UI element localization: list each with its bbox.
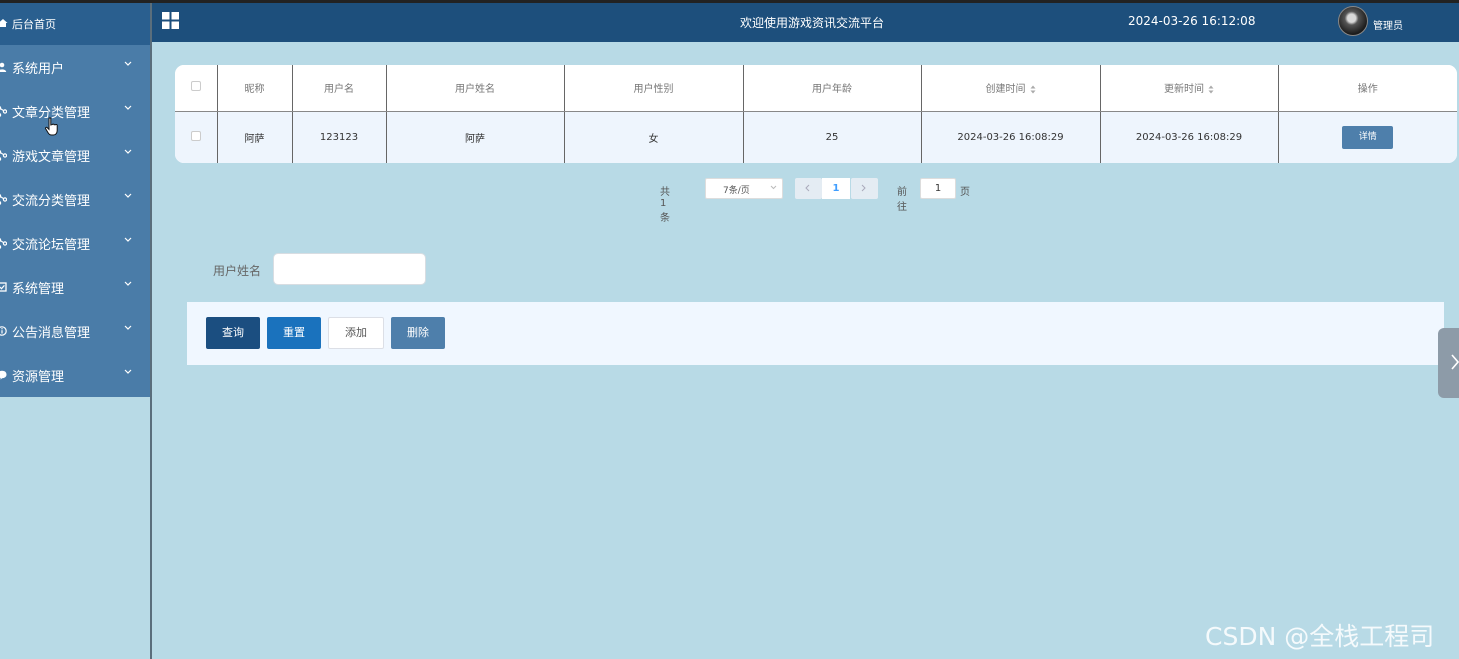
- chat-icon: [0, 370, 7, 380]
- column-header: 用户年龄: [742, 65, 921, 112]
- page-suffix: 页: [960, 187, 970, 198]
- select-all-checkbox[interactable]: [190, 81, 201, 92]
- current-page[interactable]: 1: [822, 178, 850, 199]
- search-label: 用户姓名: [213, 264, 262, 278]
- sidebar-item-label: 交流分类管理: [12, 193, 91, 209]
- column-header-label: 更新时间: [1164, 84, 1204, 96]
- table-row: 阿萨 123123 阿萨 女 25 2024-03-26 16:08:29 20…: [175, 111, 1457, 163]
- share-icon: [0, 237, 7, 249]
- chevron-right-icon: [861, 184, 866, 192]
- share-icon: [0, 149, 7, 161]
- info-icon: [0, 326, 7, 336]
- action-bar: 查询 重置 添加 删除: [187, 302, 1444, 365]
- data-table: 昵称 用户名 用户姓名 用户性别 用户年龄 创建时间 更新时间 操作 阿萨 12…: [175, 65, 1457, 163]
- delete-button[interactable]: 删除: [391, 317, 445, 349]
- sidebar-item-forum-category[interactable]: 交流分类管理: [0, 177, 150, 221]
- hand-cursor-icon: [45, 117, 58, 136]
- reset-button[interactable]: 重置: [267, 317, 321, 349]
- row-checkbox[interactable]: [190, 130, 201, 141]
- side-panel-toggle[interactable]: [1438, 328, 1459, 398]
- goto-label: 前往: [897, 187, 907, 213]
- column-header: 用户姓名: [385, 65, 564, 112]
- column-header: 用户性别: [563, 65, 743, 112]
- chevron-down-icon: [124, 61, 132, 66]
- prev-page-button[interactable]: [795, 178, 822, 199]
- sidebar-home[interactable]: 后台首页: [0, 3, 150, 45]
- cell-created: 2024-03-26 16:08:29: [920, 111, 1100, 163]
- goto-page-input[interactable]: 1: [920, 178, 956, 199]
- sidebar-item-resources[interactable]: 资源管理: [0, 353, 150, 397]
- sidebar-item-label: 游戏文章管理: [12, 149, 91, 165]
- checkbox-icon: [0, 282, 7, 292]
- sidebar-item-announcements[interactable]: 公告消息管理: [0, 309, 150, 353]
- pagination-total: 共 1 条: [660, 187, 670, 224]
- table-header-row: 昵称 用户名 用户姓名 用户性别 用户年龄 创建时间 更新时间 操作: [175, 65, 1457, 112]
- sidebar: 后台首页 系统用户 文章分类管理 游戏文章管理 交流分类管理 交流论坛管理 系统…: [0, 3, 152, 659]
- sidebar-item-system-management[interactable]: 系统管理: [0, 265, 150, 309]
- detail-button[interactable]: 详情: [1342, 125, 1394, 149]
- cell-updated: 2024-03-26 16:08:29: [1099, 111, 1278, 163]
- sidebar-item-label: 系统管理: [12, 281, 65, 297]
- chevron-down-icon: [124, 237, 132, 242]
- page-title: 欢迎使用游戏资讯交流平台: [740, 16, 885, 30]
- cell-age: 25: [742, 111, 921, 163]
- chevron-down-icon: [124, 105, 132, 110]
- sidebar-item-article-category[interactable]: 文章分类管理: [0, 89, 150, 133]
- watermark: CSDN @全栈工程司: [1205, 622, 1435, 651]
- chevron-down-icon: [124, 325, 132, 330]
- column-header-sortable[interactable]: 创建时间: [920, 65, 1100, 112]
- share-icon: [0, 193, 7, 205]
- chevron-left-icon: [805, 184, 810, 192]
- chevron-down-icon: [770, 185, 777, 190]
- cell-gender: 女: [563, 111, 743, 163]
- page-size-value: 7条/页: [723, 186, 750, 196]
- sidebar-item-forum[interactable]: 交流论坛管理: [0, 221, 150, 265]
- sidebar-home-label: 后台首页: [12, 18, 56, 31]
- chevron-down-icon: [124, 281, 132, 286]
- next-page-button[interactable]: [851, 178, 878, 199]
- cell-username: 123123: [291, 111, 386, 163]
- sidebar-menu: 系统用户 文章分类管理 游戏文章管理 交流分类管理 交流论坛管理 系统管理 公告…: [0, 45, 150, 397]
- page-size-select[interactable]: 7条/页: [705, 178, 783, 199]
- column-header: 操作: [1277, 65, 1457, 112]
- sidebar-item-label: 公告消息管理: [12, 325, 91, 341]
- row-select-cell: [175, 111, 217, 163]
- chevron-down-icon: [124, 193, 132, 198]
- top-header: 欢迎使用游戏资讯交流平台 2024-03-26 16:12:08 管理员: [152, 3, 1459, 42]
- add-button[interactable]: 添加: [328, 317, 384, 349]
- home-icon: [0, 18, 8, 31]
- sidebar-item-system-users[interactable]: 系统用户: [0, 45, 150, 89]
- cell-nickname: 阿萨: [216, 111, 292, 163]
- column-header-label: 创建时间: [985, 84, 1026, 96]
- avatar[interactable]: [1338, 6, 1368, 36]
- sidebar-item-label: 资源管理: [12, 369, 65, 385]
- column-header: 昵称: [216, 65, 292, 112]
- sort-icon[interactable]: [1208, 85, 1214, 94]
- user-name[interactable]: 管理员: [1373, 17, 1403, 32]
- sidebar-item-game-articles[interactable]: 游戏文章管理: [0, 133, 150, 177]
- share-icon: [0, 105, 7, 117]
- column-header-sortable[interactable]: 更新时间: [1099, 65, 1278, 112]
- select-all-cell: [175, 65, 217, 112]
- chevron-right-icon: [1451, 354, 1459, 370]
- search-input[interactable]: [273, 253, 426, 285]
- header-datetime: 2024-03-26 16:12:08: [1128, 14, 1256, 28]
- chevron-down-icon: [124, 149, 132, 154]
- grid-menu-icon[interactable]: [162, 12, 179, 29]
- column-header: 用户名: [291, 65, 386, 112]
- query-button[interactable]: 查询: [206, 317, 260, 349]
- sidebar-item-label: 交流论坛管理: [12, 237, 91, 253]
- cell-realname: 阿萨: [385, 111, 564, 163]
- chevron-down-icon: [124, 369, 132, 374]
- sidebar-item-label: 系统用户: [12, 61, 65, 77]
- sort-icon[interactable]: [1030, 85, 1036, 94]
- cell-action: 详情: [1277, 111, 1457, 163]
- user-icon: [0, 62, 7, 72]
